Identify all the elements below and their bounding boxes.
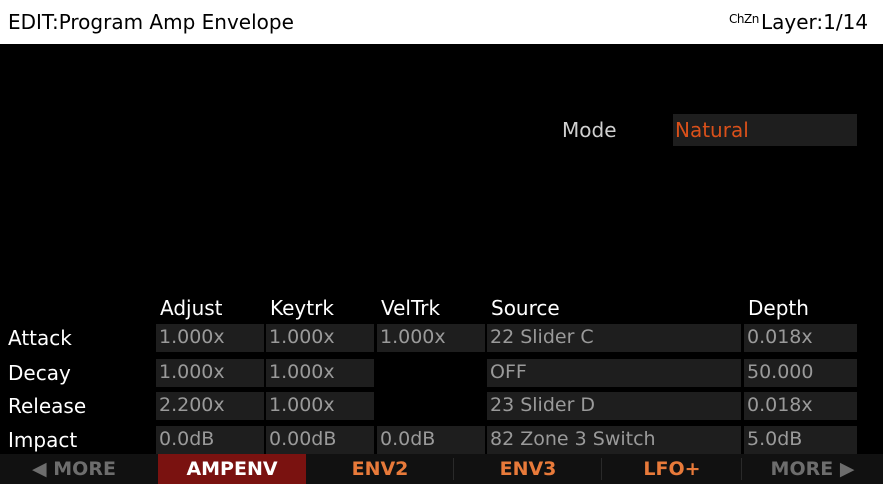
channel-zone-icon[interactable]: ChZn [729,12,759,26]
env2-tab[interactable]: ENV2 [306,454,454,484]
column-header-source: Source [491,296,560,320]
mode-field[interactable]: Natural [673,114,857,146]
attack-adjust-field[interactable]: 1.000x [156,324,264,352]
column-header-adjust: Adjust [160,296,223,320]
column-header-keytrk: Keytrk [270,296,334,320]
decay-keytrk-field[interactable]: 1.000x [266,359,374,387]
attack-adjust-value: 1.000x [159,326,225,348]
decay-keytrk-value: 1.000x [269,361,335,383]
attack-source-value: 22 Slider C [490,326,594,348]
attack-source-field[interactable]: 22 Slider C [487,324,741,352]
row-label-impact: Impact [8,428,78,452]
release-depth-value: 0.018x [747,394,813,416]
impact-source-field[interactable]: 82 Zone 3 Switch [487,426,741,454]
release-source-value: 23 Slider D [490,394,596,416]
attack-keytrk-value: 1.000x [269,326,335,348]
release-keytrk-field[interactable]: 1.000x [266,392,374,420]
tab-divider [453,458,454,480]
attack-veltrk-value: 1.000x [380,326,446,348]
impact-keytrk-value: 0.00dB [269,428,337,450]
impact-veltrk-field[interactable]: 0.0dB [377,426,485,454]
impact-depth-value: 5.0dB [747,428,803,450]
impact-keytrk-field[interactable]: 0.00dB [266,426,374,454]
decay-depth-value: 50.000 [747,361,814,383]
decay-depth-field[interactable]: 50.000 [744,359,857,387]
row-label-attack: Attack [8,326,72,350]
mode-value: Natural [675,118,749,142]
impact-veltrk-value: 0.0dB [380,428,436,450]
release-depth-field[interactable]: 0.018x [744,392,857,420]
attack-depth-value: 0.018x [747,326,813,348]
impact-source-value: 82 Zone 3 Switch [490,428,656,450]
more-right-button[interactable]: MORE ▶ [742,454,883,484]
release-source-field[interactable]: 23 Slider D [487,392,741,420]
page-title: EDIT:Program Amp Envelope [8,10,294,34]
tab-divider [601,458,602,480]
release-adjust-value: 2.200x [159,394,225,416]
release-keytrk-value: 1.000x [269,394,335,416]
title-bar: EDIT:Program Amp Envelope ChZn Layer:1/1… [0,0,883,44]
attack-keytrk-field[interactable]: 1.000x [266,324,374,352]
decay-adjust-value: 1.000x [159,361,225,383]
env3-tab[interactable]: ENV3 [454,454,602,484]
attack-veltrk-field[interactable]: 1.000x [377,324,485,352]
decay-adjust-field[interactable]: 1.000x [156,359,264,387]
tab-divider [741,458,742,480]
release-adjust-field[interactable]: 2.200x [156,392,264,420]
column-header-veltrk: VelTrk [381,296,441,320]
impact-depth-field[interactable]: 5.0dB [744,426,857,454]
decay-source-field[interactable]: OFF [487,359,741,387]
lfo-plus-tab[interactable]: LFO+ [602,454,742,484]
layer-indicator: Layer:1/14 [761,10,869,34]
ampenv-tab[interactable]: AMPENV [158,454,306,484]
decay-source-value: OFF [490,361,527,383]
attack-depth-field[interactable]: 0.018x [744,324,857,352]
row-label-decay: Decay [8,361,71,385]
row-label-release: Release [8,394,87,418]
mode-label: Mode [562,118,617,142]
impact-adjust-value: 0.0dB [159,428,215,450]
impact-adjust-field[interactable]: 0.0dB [156,426,264,454]
column-header-depth: Depth [748,296,809,320]
more-left-button[interactable]: ◀ MORE [0,454,148,484]
